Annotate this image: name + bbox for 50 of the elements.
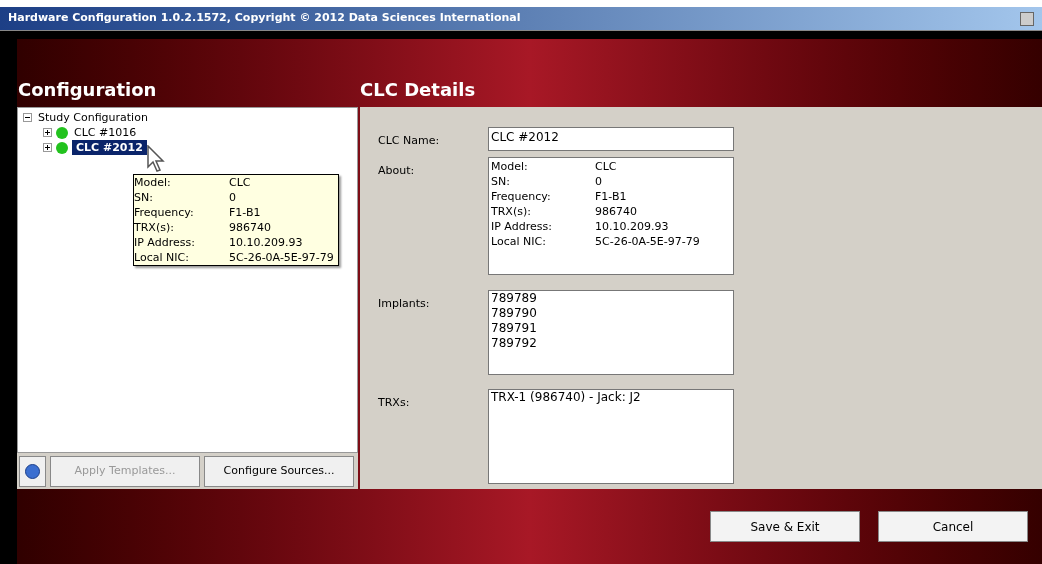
info-value: 10.10.209.93 <box>229 235 303 250</box>
info-label: TRX(s): <box>134 220 175 235</box>
window-title: Hardware Configuration 1.0.2.1572, Copyright © 2012 Data Sciences International <box>8 10 521 27</box>
panel-heading: Configuration <box>18 79 157 100</box>
field-label: About: <box>378 163 416 179</box>
list-item[interactable]: TRX-1 (986740) - Jack: J2 <box>491 390 731 405</box>
info-label: Local NIC: <box>134 250 190 265</box>
list-item[interactable]: 789789 <box>491 291 731 306</box>
panel-heading: CLC Details <box>360 79 476 100</box>
info-value: 0 <box>595 174 602 189</box>
info-label: TRX(s): <box>491 204 532 219</box>
info-value: F1-B1 <box>595 189 627 204</box>
info-value: 5C-26-0A-5E-97-79 <box>229 250 334 265</box>
info-label: Model: <box>491 159 529 174</box>
info-label: Frequency: <box>134 205 195 220</box>
help-icon <box>25 463 40 479</box>
info-label: Model: <box>134 175 172 190</box>
help-button[interactable] <box>19 455 46 487</box>
info-label: IP Address: <box>134 235 196 250</box>
info-value: 986740 <box>595 204 637 219</box>
info-value: 5C-26-0A-5E-97-79 <box>595 234 700 249</box>
tree-item[interactable]: CLC #2012 <box>72 140 147 155</box>
expand-icon[interactable] <box>43 143 52 152</box>
info-value: CLC <box>595 159 617 174</box>
info-label: Frequency: <box>491 189 552 204</box>
tree-item[interactable]: CLC #1016 <box>72 125 139 140</box>
info-value: 986740 <box>229 220 271 235</box>
panel-button[interactable]: Configure Sources... <box>204 455 354 487</box>
field-label: Implants: <box>378 296 431 312</box>
info-value: 0 <box>229 190 236 205</box>
tree-item[interactable]: Study Configuration <box>36 110 150 125</box>
footer-button[interactable]: Save & Exit <box>710 511 860 542</box>
list-item[interactable]: 789790 <box>491 306 731 321</box>
field-label: TRXs: <box>378 395 411 411</box>
info-value: F1-B1 <box>229 205 261 220</box>
restore-icon[interactable] <box>1020 11 1034 26</box>
info-value: CLC <box>229 175 251 190</box>
info-value: 10.10.209.93 <box>595 219 669 234</box>
info-label: SN: <box>134 190 154 205</box>
expand-icon[interactable] <box>43 128 52 137</box>
collapse-icon[interactable] <box>23 113 32 122</box>
footer-button[interactable]: Cancel <box>878 511 1028 542</box>
name-field[interactable]: CLC #2012 <box>488 127 734 151</box>
info-label: SN: <box>491 174 511 189</box>
cursor-icon <box>147 145 165 173</box>
list-item[interactable]: 789791 <box>491 321 731 336</box>
list-item[interactable]: 789792 <box>491 336 731 351</box>
field-label: CLC Name: <box>378 133 441 149</box>
info-label: IP Address: <box>491 219 553 234</box>
info-label: Local NIC: <box>491 234 547 249</box>
